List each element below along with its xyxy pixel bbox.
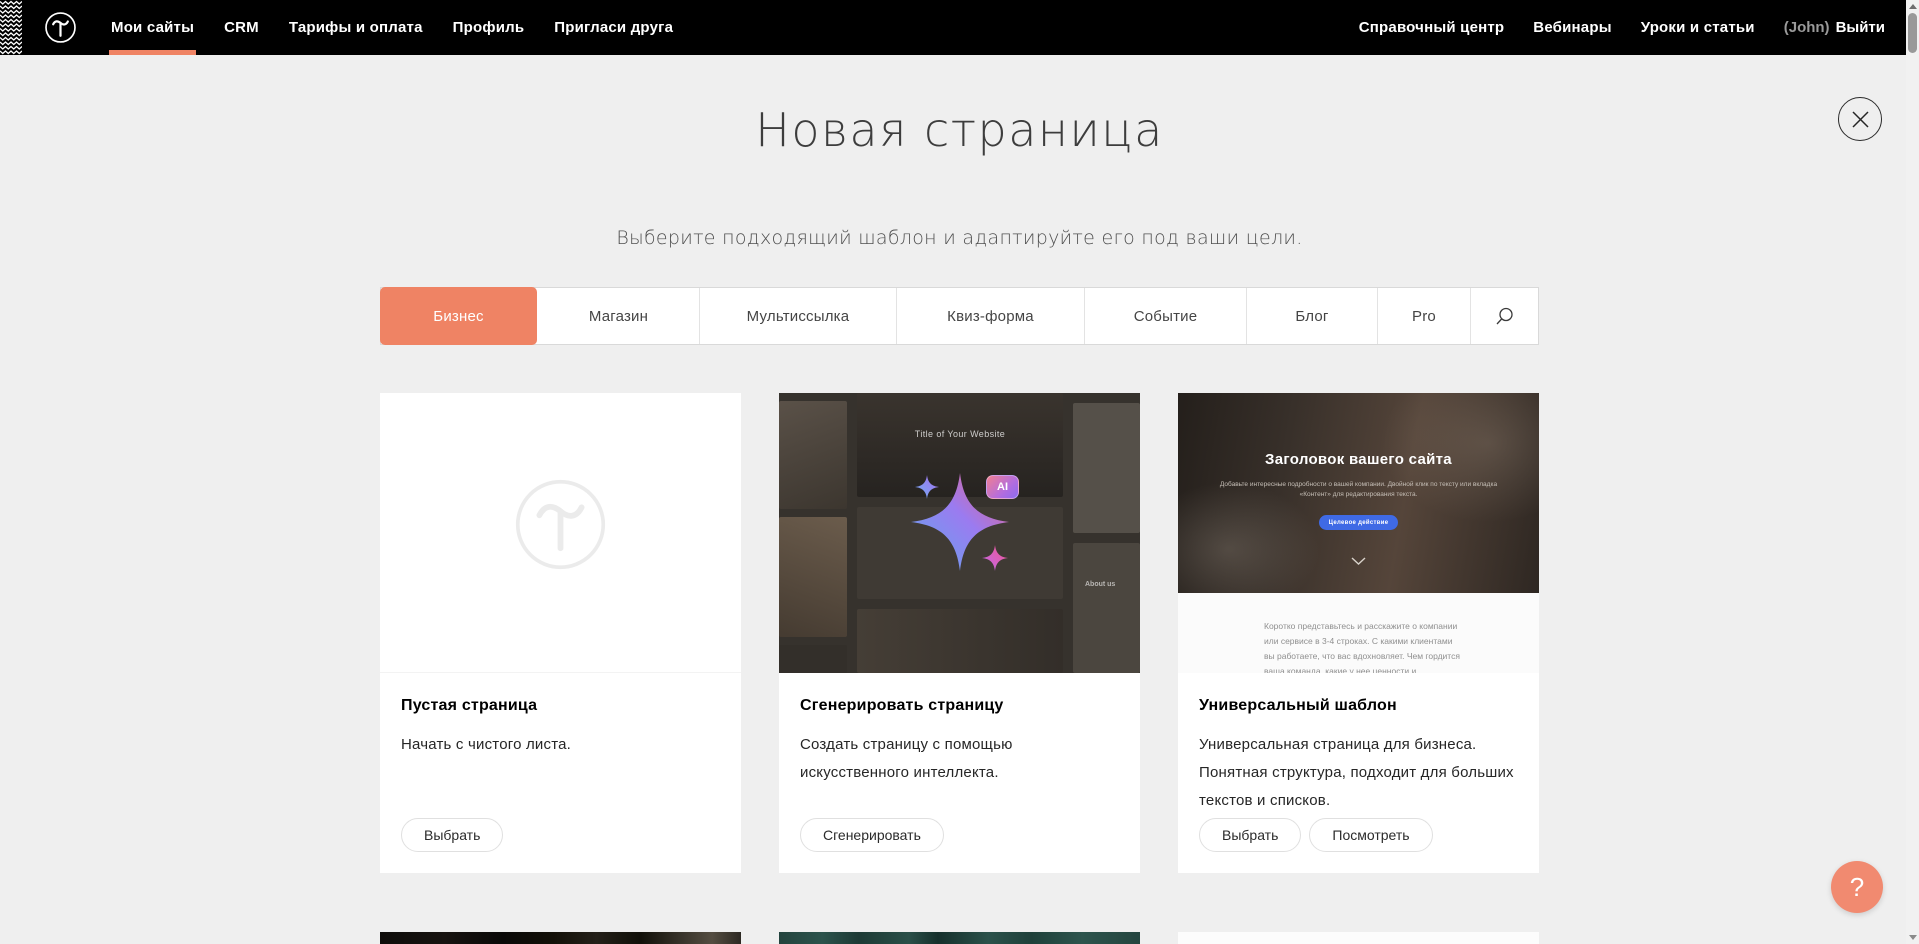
scrollbar-up-arrow[interactable] [1909, 4, 1917, 9]
next-row-card-preview[interactable] [380, 932, 741, 944]
ai-collage-preview: Title of Your Website About us [779, 393, 1140, 673]
top-navbar: Мои сайты CRM Тарифы и оплата Профиль Пр… [0, 0, 1907, 55]
collage-tile [1073, 403, 1140, 533]
collage-about-label: About us [1085, 581, 1115, 588]
preview-body-section: Коротко представьтесь и расскажите о ком… [1178, 593, 1539, 673]
nav-item-label: Вебинары [1533, 19, 1611, 36]
logout-link[interactable]: Выйти [1836, 19, 1885, 36]
tab-pro[interactable]: Pro [1378, 288, 1471, 344]
help-button[interactable]: ? [1831, 861, 1883, 913]
tab-business[interactable]: Бизнес [380, 287, 537, 345]
choose-button[interactable]: Выбрать [1199, 818, 1301, 852]
preview-hero: Заголовок вашего сайта Добавьте интересн… [1178, 393, 1539, 593]
nav-item-webinars[interactable]: Вебинары [1533, 0, 1611, 55]
tab-quiz-form[interactable]: Квиз-форма [897, 288, 1085, 344]
preview-cta-button: Целевое действие [1319, 515, 1398, 530]
navbar-right-menu: Справочный центр Вебинары Уроки и статьи… [1330, 0, 1885, 55]
collage-tile [779, 401, 847, 509]
collage-site-title: Title of Your Website [857, 429, 1063, 439]
scrollbar-thumb[interactable] [1908, 13, 1917, 53]
tab-event[interactable]: Событие [1085, 288, 1247, 344]
template-card-blank[interactable]: Пустая страница Начать с чистого листа. … [380, 393, 741, 873]
card-title: Сгенерировать страницу [800, 697, 1119, 715]
choose-button[interactable]: Выбрать [401, 818, 503, 852]
search-icon [1494, 306, 1515, 327]
preview-body-text: Коротко представьтесь и расскажите о ком… [1264, 619, 1462, 673]
vertical-scrollbar[interactable] [1906, 0, 1919, 944]
card-body: Универсальный шаблон Универсальная стран… [1178, 673, 1539, 814]
preview-hero-subtitle: Добавьте интересные подробности о вашей … [1218, 480, 1499, 501]
collage-tile [1073, 543, 1140, 673]
card-body: Сгенерировать страницу Создать страницу … [779, 673, 1140, 787]
page-subtitle: Выберите подходящий шаблон и адаптируйте… [0, 227, 1919, 249]
nav-item-label: Справочный центр [1359, 19, 1505, 36]
collage-tile [779, 645, 847, 673]
next-row-card-preview[interactable] [779, 932, 1140, 944]
tab-label: Магазин [589, 308, 648, 325]
card-buttons: Сгенерировать [800, 818, 944, 852]
navbar-left-menu: Мои сайты CRM Тарифы и оплата Профиль Пр… [111, 0, 703, 55]
tab-search[interactable] [1471, 288, 1538, 344]
ai-sparkle-small-icon [915, 475, 939, 499]
tab-store[interactable]: Магазин [538, 288, 700, 344]
tab-label: Квиз-форма [947, 308, 1034, 325]
nav-item-help-center[interactable]: Справочный центр [1359, 0, 1505, 55]
card-description: Создать страницу с помощью искусственног… [800, 731, 1119, 787]
card-buttons: Выбрать Посмотреть [1199, 818, 1433, 852]
nav-item-crm[interactable]: CRM [224, 0, 259, 55]
scrollbar-down-arrow[interactable] [1909, 935, 1917, 940]
tab-label: Мультиссылка [747, 308, 850, 325]
template-card-universal[interactable]: Заголовок вашего сайта Добавьте интересн… [1178, 393, 1539, 873]
user-session: (John) Выйти [1784, 0, 1885, 55]
card-description: Универсальная страница для бизнеса. Поня… [1199, 731, 1518, 814]
preview-hero-title: Заголовок вашего сайта [1178, 451, 1539, 468]
card-description: Начать с чистого листа. [401, 731, 720, 759]
blank-page-preview [380, 393, 741, 673]
tilda-watermark-icon [513, 477, 608, 572]
tab-blog[interactable]: Блог [1247, 288, 1378, 344]
tab-label: Событие [1134, 308, 1198, 325]
nav-item-invite-friend[interactable]: Пригласи друга [554, 0, 673, 55]
nav-item-my-sites[interactable]: Мои сайты [111, 0, 194, 55]
collage-tile [779, 517, 847, 637]
card-buttons: Выбрать [401, 818, 503, 852]
next-row-card-preview[interactable] [1178, 932, 1539, 944]
tab-label: Блог [1295, 308, 1328, 325]
nav-item-label: Профиль [453, 19, 525, 36]
nav-item-label: Пригласи друга [554, 19, 673, 36]
collage-tile [857, 609, 1063, 673]
view-button[interactable]: Посмотреть [1309, 818, 1432, 852]
nav-item-profile[interactable]: Профиль [453, 0, 525, 55]
generate-button[interactable]: Сгенерировать [800, 818, 944, 852]
nav-item-label: Мои сайты [111, 19, 194, 36]
nav-item-lessons[interactable]: Уроки и статьи [1641, 0, 1755, 55]
template-card-ai-generate[interactable]: Title of Your Website About us [779, 393, 1140, 873]
nav-item-label: CRM [224, 19, 259, 36]
tab-label: Pro [1412, 308, 1436, 325]
zigzag-pattern-decoration [0, 0, 22, 55]
tilda-logo-icon[interactable] [44, 11, 77, 44]
ai-badge: AI [986, 475, 1019, 499]
nav-item-label: Тарифы и оплата [289, 19, 423, 36]
tab-multilink[interactable]: Мультиссылка [700, 288, 897, 344]
card-title: Универсальный шаблон [1199, 697, 1518, 715]
chevron-down-icon [1351, 557, 1366, 565]
nav-item-tariffs[interactable]: Тарифы и оплата [289, 0, 423, 55]
tab-label: Бизнес [433, 308, 483, 325]
user-name: (John) [1784, 19, 1830, 36]
ai-sparkle-small-icon [982, 545, 1008, 571]
page-title: Новая страница [0, 103, 1919, 157]
template-category-tabs: Бизнес Магазин Мультиссылка Квиз-форма С… [380, 287, 1539, 345]
card-title: Пустая страница [401, 697, 720, 715]
card-body: Пустая страница Начать с чистого листа. [380, 673, 741, 759]
universal-template-preview: Заголовок вашего сайта Добавьте интересн… [1178, 393, 1539, 673]
nav-item-label: Уроки и статьи [1641, 19, 1755, 36]
